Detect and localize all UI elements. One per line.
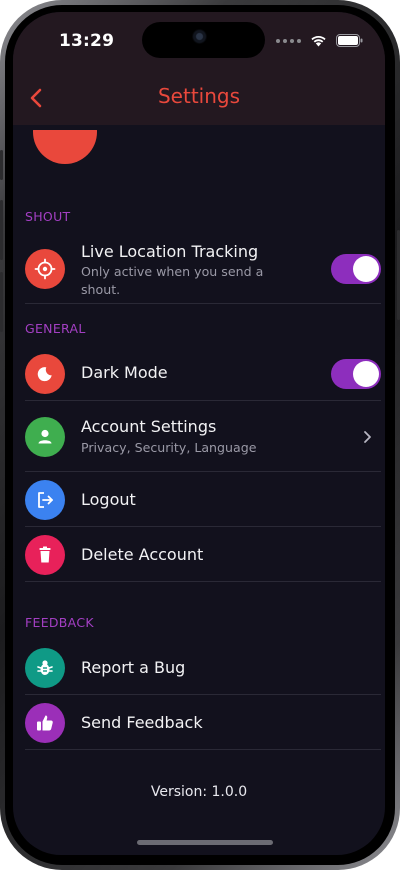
section-header-shout: SHOUT [25, 209, 71, 224]
divider [25, 303, 381, 304]
send-feedback-title: Send Feedback [81, 713, 203, 732]
home-indicator[interactable] [137, 840, 273, 845]
status-time: 13:29 [59, 31, 115, 51]
avatar [33, 130, 97, 168]
logout-title: Logout [81, 490, 136, 509]
phone-side-button [0, 150, 3, 180]
logout-row[interactable]: Logout [25, 478, 381, 524]
account-settings-row[interactable]: Account Settings Privacy, Security, Lang… [25, 410, 381, 468]
person-icon [25, 417, 65, 457]
divider [25, 526, 381, 527]
screen: 13:29 Settings SHOUT Live Location Track… [13, 12, 385, 855]
trash-icon [25, 535, 65, 575]
wifi-icon [311, 36, 326, 47]
moon-icon [25, 354, 65, 394]
divider [25, 471, 381, 472]
live-location-toggle[interactable] [331, 254, 381, 284]
top-bar: 13:29 Settings [13, 12, 385, 125]
divider [25, 581, 381, 582]
crosshair-icon [25, 249, 65, 289]
dark-mode-toggle[interactable] [331, 359, 381, 389]
phone-side-button [0, 272, 3, 332]
battery-icon [336, 34, 363, 47]
section-header-general: GENERAL [25, 321, 86, 336]
divider [25, 749, 381, 750]
delete-account-title: Delete Account [81, 545, 204, 564]
report-bug-title: Report a Bug [81, 658, 186, 677]
live-location-row[interactable]: Live Location Tracking Only active when … [25, 239, 381, 301]
send-feedback-row[interactable]: Send Feedback [25, 701, 381, 747]
account-settings-title: Account Settings [81, 417, 217, 436]
camera-icon [192, 29, 207, 44]
chevron-right-icon [364, 431, 371, 443]
logout-icon [25, 480, 65, 520]
divider [25, 694, 381, 695]
dynamic-island [142, 22, 265, 58]
status-indicators [276, 34, 363, 47]
thumbs-up-icon [25, 703, 65, 743]
divider [25, 400, 381, 401]
signal-icon [276, 38, 301, 43]
live-location-subtitle: Only active when you send a shout. [81, 264, 264, 297]
bug-icon [25, 648, 65, 688]
page-title: Settings [157, 84, 241, 108]
account-settings-subtitle: Privacy, Security, Language [81, 440, 257, 455]
phone-frame: 13:29 Settings SHOUT Live Location Track… [0, 0, 400, 870]
live-location-title: Live Location Tracking [81, 242, 259, 261]
dark-mode-title: Dark Mode [81, 363, 168, 382]
phone-side-button [0, 200, 3, 260]
dark-mode-row[interactable]: Dark Mode [25, 350, 381, 400]
report-bug-row[interactable]: Report a Bug [25, 646, 381, 692]
version-label: Version: 1.0.0 [150, 784, 248, 800]
section-header-feedback: FEEDBACK [25, 615, 94, 630]
delete-account-row[interactable]: Delete Account [25, 533, 381, 579]
